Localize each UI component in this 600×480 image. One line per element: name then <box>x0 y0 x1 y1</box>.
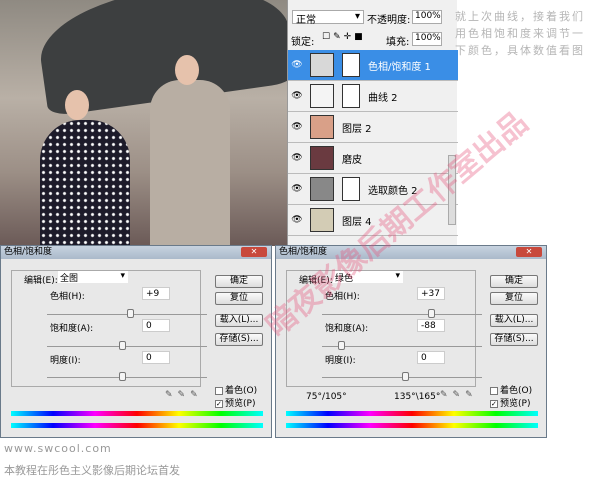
range-left: 75°/105° <box>306 392 347 402</box>
layer-row[interactable]: 👁 色相/饱和度 1 <box>288 50 458 81</box>
load-button[interactable]: 载入(L)... <box>490 314 538 327</box>
tutorial-side-text: 就上次曲线，接着我们 用色相饱和度来调节一 下颜色，具体数值看图 <box>455 8 585 59</box>
chevron-down-icon: ▾ <box>395 271 400 281</box>
saturation-slider[interactable] <box>47 341 207 350</box>
chevron-down-icon: ▾ <box>354 11 360 22</box>
slider-handle[interactable] <box>338 341 345 350</box>
eyedropper-icons[interactable]: ✎✎✎ <box>165 390 203 400</box>
layer-row[interactable]: 👁 曲线 2 <box>288 81 458 112</box>
layer-mask-thumbnail <box>342 177 360 201</box>
edit-select[interactable]: 全图 ▾ <box>58 271 128 284</box>
layer-thumbnail <box>310 177 334 201</box>
colorize-checkbox[interactable]: 着色(O) <box>490 383 532 396</box>
lightness-input[interactable]: 0 <box>417 351 445 364</box>
layer-name: 磨皮 <box>342 154 362 166</box>
lock-icons[interactable]: ☐✎✛■ <box>322 32 366 42</box>
slider-handle[interactable] <box>119 372 126 381</box>
opacity-input[interactable]: 100% <box>412 10 442 24</box>
saturation-label: 饱和度(A): <box>325 324 369 334</box>
lightness-label: 明度(I): <box>325 356 356 366</box>
layer-mask-thumbnail <box>342 53 360 77</box>
close-button[interactable]: ✕ <box>241 247 267 257</box>
hue-input[interactable]: +9 <box>142 287 170 300</box>
dialog-title: 色相/饱和度 <box>4 247 53 257</box>
layer-row[interactable]: 👁 图层 2 <box>288 112 458 143</box>
saturation-input[interactable]: 0 <box>142 319 170 332</box>
hue-label: 色相(H): <box>50 292 85 302</box>
side-line: 用色相饱和度来调节一 <box>455 27 585 40</box>
photo-canvas <box>0 0 287 246</box>
eye-icon[interactable]: 👁 <box>288 60 306 70</box>
saturation-input[interactable]: -88 <box>417 319 445 332</box>
layer-thumbnail <box>310 146 334 170</box>
hue-slider[interactable] <box>322 309 482 318</box>
eye-icon[interactable]: 👁 <box>288 215 306 225</box>
fill-label: 填充: <box>386 37 410 48</box>
layer-thumbnail <box>310 115 334 139</box>
lightness-slider[interactable] <box>322 372 482 381</box>
layer-thumbnail <box>310 53 334 77</box>
footer-note: 本教程在彤色主义影像后期论坛首发 <box>4 464 180 477</box>
preview-checkbox[interactable]: ✓ 预览(P) <box>215 396 255 409</box>
layer-thumbnail <box>310 208 334 232</box>
opacity-label: 不透明度: <box>367 15 411 26</box>
man-figure <box>150 80 230 246</box>
layer-thumbnail <box>310 84 334 108</box>
fill-input[interactable]: 100% <box>412 32 442 46</box>
settings-group: 编辑(E): 全图 ▾ 色相(H): +9 饱和度(A): 0 明度(I): 0 <box>11 270 207 387</box>
preview-checkbox[interactable]: ✓ 预览(P) <box>490 396 530 409</box>
slider-handle[interactable] <box>427 309 435 318</box>
save-button[interactable]: 存储(S)... <box>215 333 263 346</box>
side-line: 就上次曲线，接着我们 <box>455 10 585 23</box>
ok-button[interactable]: 确定 <box>490 275 538 288</box>
slider-handle[interactable] <box>402 372 409 381</box>
hue-bar-output <box>286 423 538 428</box>
slider-handle[interactable] <box>119 341 126 350</box>
chevron-down-icon: ▾ <box>120 271 125 281</box>
layer-mask-thumbnail <box>342 84 360 108</box>
woman-head <box>65 90 89 120</box>
hue-bar-input <box>11 411 263 416</box>
hue-input[interactable]: +37 <box>417 287 445 300</box>
dialog-titlebar: 色相/饱和度 ✕ <box>276 246 546 259</box>
lock-label: 锁定: <box>291 37 315 48</box>
ok-button[interactable]: 确定 <box>215 275 263 288</box>
eye-icon[interactable]: 👁 <box>288 91 306 101</box>
load-button[interactable]: 载入(L)... <box>215 314 263 327</box>
layer-name: 图层 2 <box>342 123 372 135</box>
eye-icon[interactable]: 👁 <box>288 122 306 132</box>
blend-mode-select[interactable]: 正常 ▾ <box>292 10 364 26</box>
slider-handle[interactable] <box>127 309 134 318</box>
eye-icon[interactable]: 👁 <box>288 184 306 194</box>
dialog-titlebar: 色相/饱和度 ✕ <box>1 246 271 259</box>
lightness-slider[interactable] <box>47 372 207 381</box>
woman-figure <box>40 120 130 246</box>
side-line: 下颜色，具体数值看图 <box>455 44 585 57</box>
saturation-label: 饱和度(A): <box>50 324 94 334</box>
layer-name: 曲线 2 <box>368 92 398 104</box>
hue-bar-input <box>286 411 538 416</box>
edit-label: 编辑(E): <box>24 276 58 286</box>
footer-url: www.swcool.com <box>4 442 112 455</box>
eye-icon[interactable]: 👁 <box>288 153 306 163</box>
eyedropper-icons[interactable]: ✎✎✎ <box>440 390 478 400</box>
layer-name: 色相/饱和度 1 <box>368 61 431 73</box>
range-right: 135°\165° <box>394 392 441 402</box>
saturation-slider[interactable] <box>322 341 482 350</box>
reset-button[interactable]: 复位 <box>490 292 538 305</box>
save-button[interactable]: 存储(S)... <box>490 333 538 346</box>
hue-saturation-dialog: 色相/饱和度 ✕ 编辑(E): 全图 ▾ 色相(H): +9 饱和度(A): 0 明… <box>0 245 272 438</box>
close-button[interactable]: ✕ <box>516 247 542 257</box>
hue-slider[interactable] <box>47 309 207 318</box>
reset-button[interactable]: 复位 <box>215 292 263 305</box>
colorize-checkbox[interactable]: 着色(O) <box>215 383 257 396</box>
lightness-label: 明度(I): <box>50 356 81 366</box>
lightness-input[interactable]: 0 <box>142 351 170 364</box>
hue-bar-output <box>11 423 263 428</box>
man-head <box>175 55 199 85</box>
